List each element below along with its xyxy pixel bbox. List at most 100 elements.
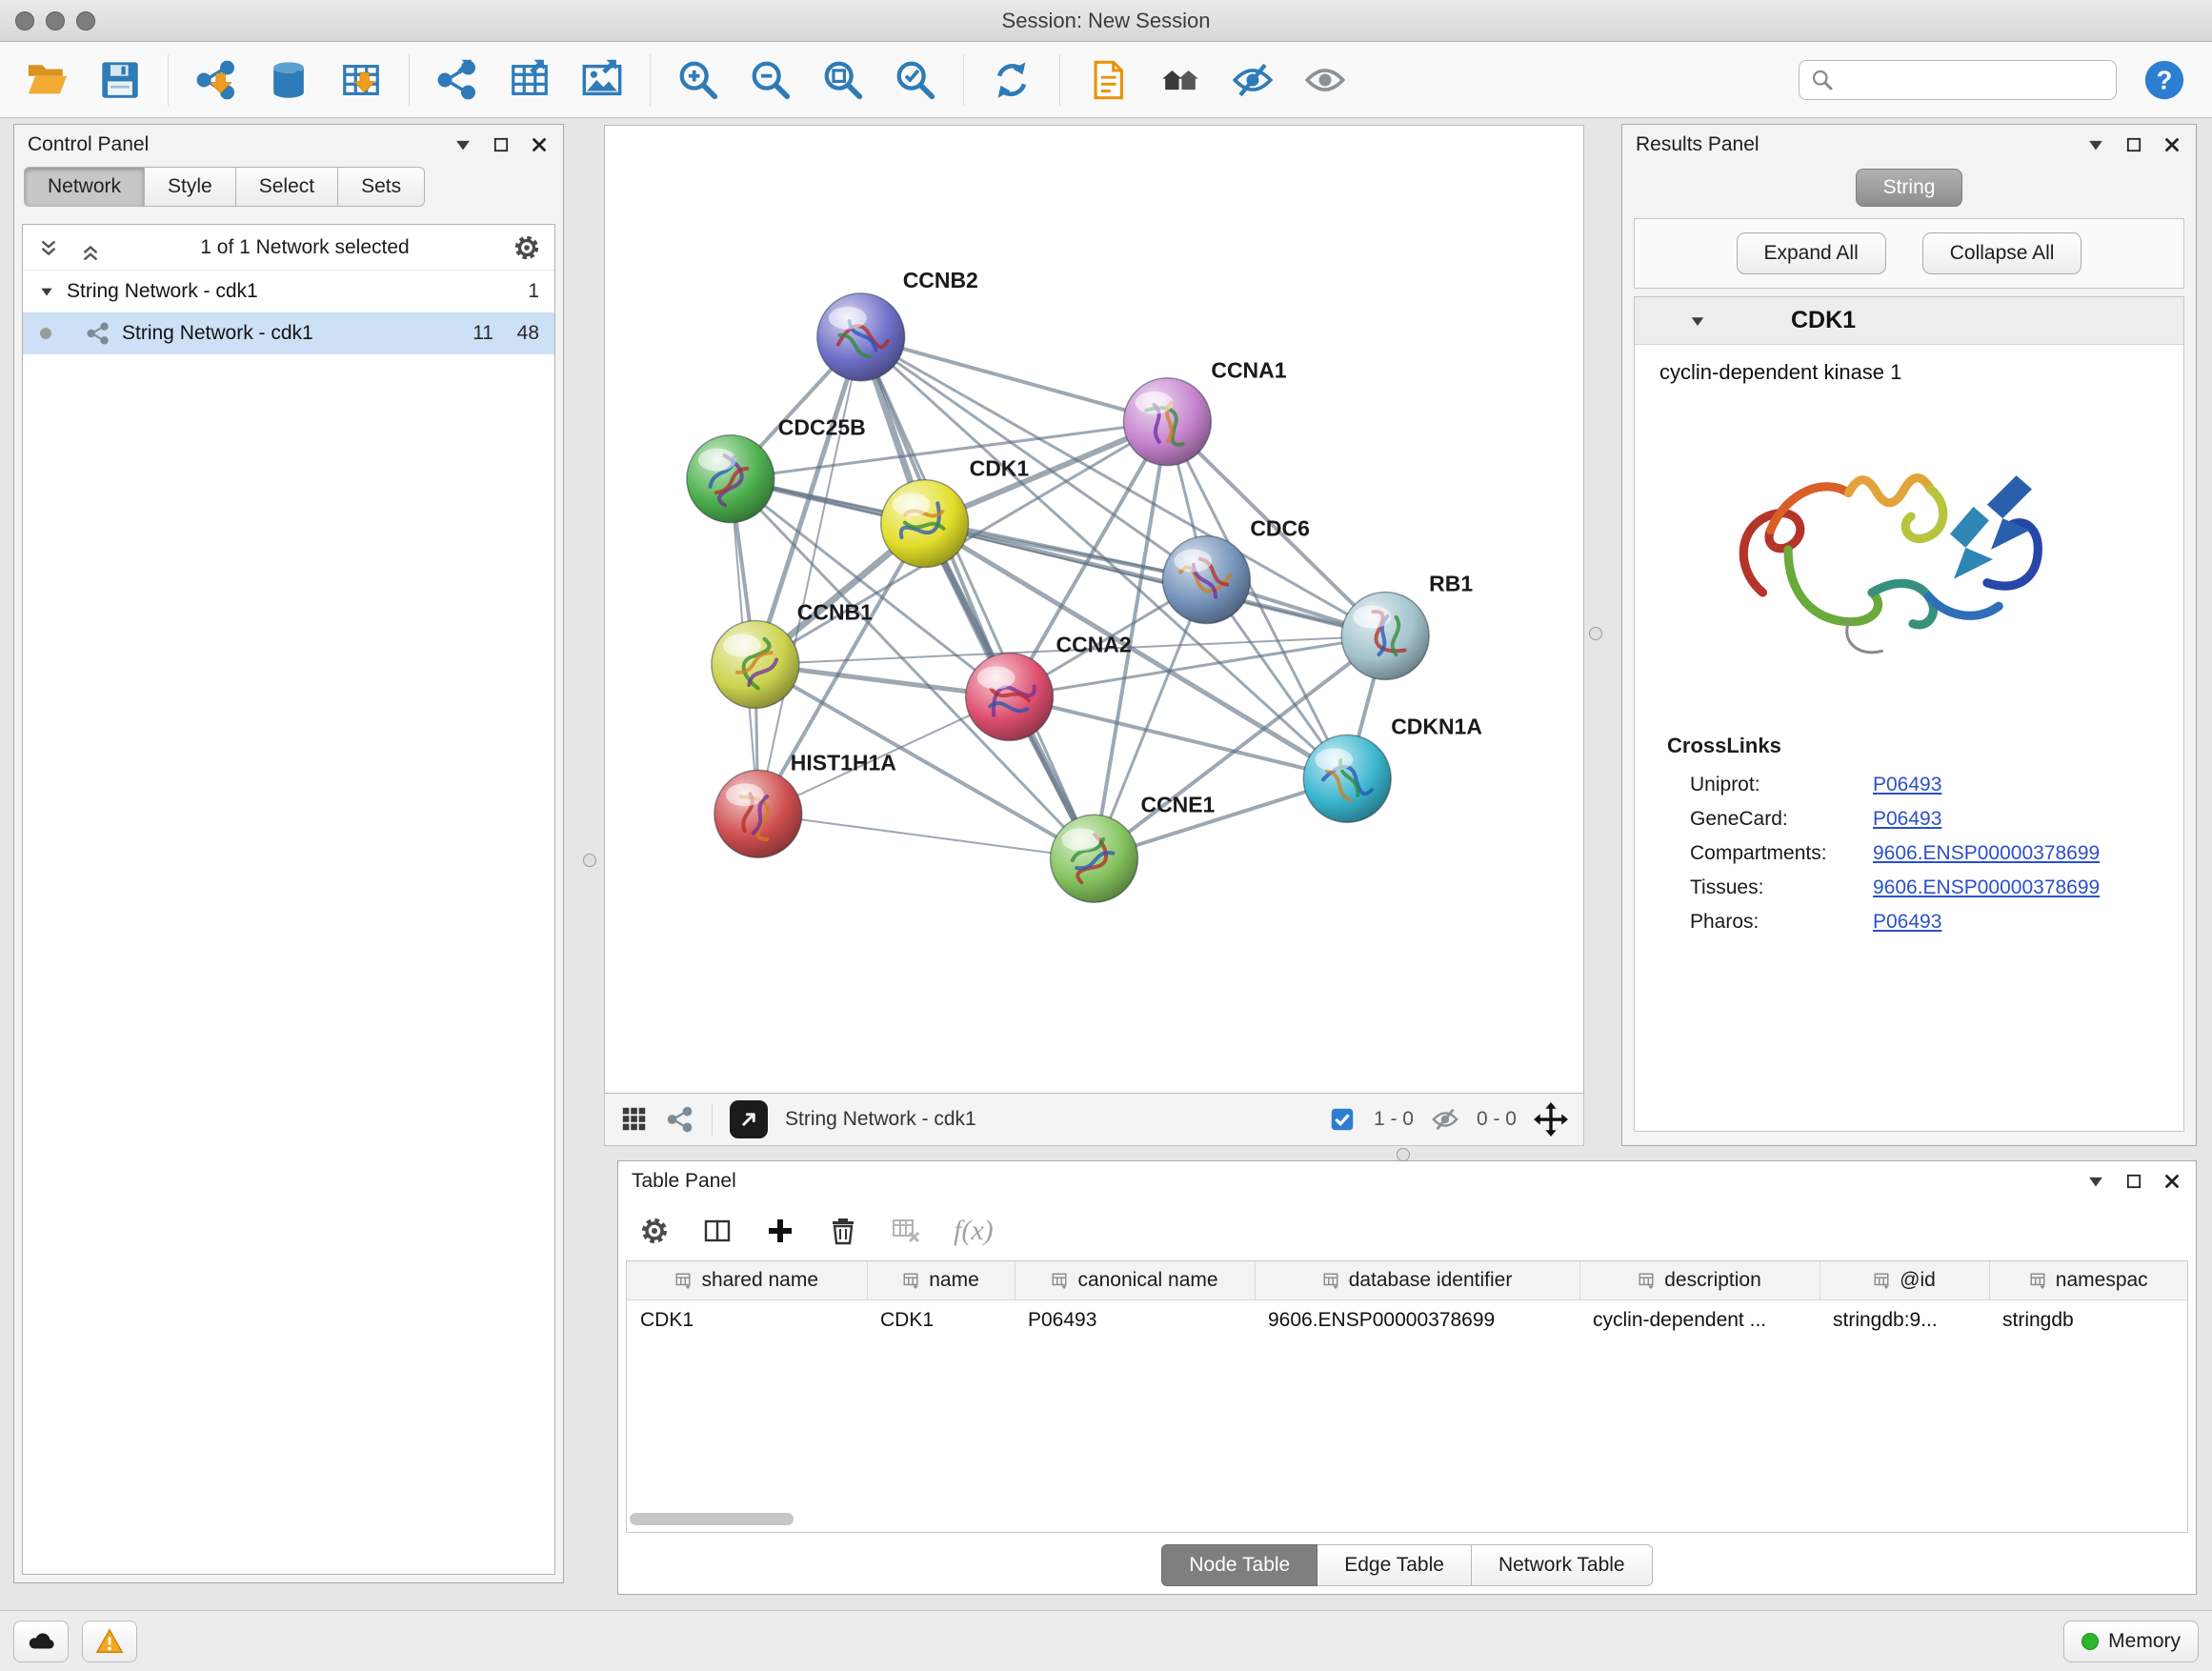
column-header-shared-name[interactable]: shared name — [627, 1261, 867, 1299]
zoom-in-button[interactable] — [674, 55, 723, 105]
network-node-ccne1[interactable]: CCNE1 — [1051, 792, 1216, 902]
tab-node-table[interactable]: Node Table — [1161, 1544, 1317, 1586]
import-network-database-button[interactable] — [264, 55, 313, 105]
delete-table-icon[interactable] — [891, 1216, 921, 1246]
search-icon — [1811, 69, 1834, 91]
gene-section-header[interactable]: CDK1 — [1635, 297, 2183, 345]
panel-close-icon[interactable] — [529, 134, 550, 155]
zoom-out-button[interactable] — [746, 55, 795, 105]
column-header-description[interactable]: description — [1579, 1261, 1820, 1299]
zoom-selected-button[interactable] — [891, 55, 940, 105]
selected-checkbox-icon[interactable] — [1328, 1105, 1357, 1134]
horizontal-scrollbar[interactable] — [630, 1513, 794, 1525]
collapse-all-button[interactable]: Collapse All — [1922, 232, 2082, 274]
column-header--id[interactable]: @id — [1820, 1261, 1989, 1299]
tab-edge-table[interactable]: Edge Table — [1317, 1544, 1472, 1586]
tab-sets[interactable]: Sets — [338, 167, 425, 207]
zoom-fit-button[interactable] — [818, 55, 868, 105]
network-node-ccna1[interactable]: CCNA1 — [1123, 358, 1286, 466]
network-graph[interactable]: CCNB2CCNA1CDC25BCDK1CDC6RB1CCNB1CCNA2CDK… — [605, 126, 1583, 1093]
table-cell[interactable]: CDK1 — [867, 1299, 1015, 1340]
tree-row-collection[interactable]: String Network - cdk1 1 — [23, 271, 554, 312]
panel-menu-icon[interactable] — [2085, 1171, 2106, 1192]
import-network-file-button[interactable] — [191, 55, 241, 105]
table-settings-gear-icon[interactable] — [639, 1216, 670, 1246]
crosslink-value-link[interactable]: P06493 — [1873, 808, 1941, 831]
crosslink-value-link[interactable]: P06493 — [1873, 911, 1941, 934]
disclosure-triangle-icon[interactable] — [38, 283, 55, 300]
panel-float-icon[interactable] — [2123, 1171, 2144, 1192]
tab-network[interactable]: Network — [24, 167, 145, 207]
open-in-browser-button[interactable] — [730, 1100, 768, 1138]
crosslink-value-link[interactable]: 9606.ENSP00000378699 — [1873, 842, 2100, 865]
expand-all-icon[interactable] — [36, 235, 61, 260]
column-header-canonical-name[interactable]: canonical name — [1015, 1261, 1255, 1299]
splitter-handle-left[interactable] — [583, 854, 596, 867]
column-header-namespac[interactable]: namespac — [1989, 1261, 2187, 1299]
warning-icon — [95, 1627, 124, 1656]
table-cell[interactable]: stringdb — [1989, 1299, 2187, 1340]
export-network-button[interactable] — [432, 55, 482, 105]
disclosure-triangle-icon[interactable] — [1688, 312, 1707, 331]
network-node-cdc6[interactable]: CDC6 — [1162, 516, 1309, 624]
panel-menu-icon[interactable] — [452, 134, 473, 155]
window-minimize-button[interactable] — [46, 11, 65, 30]
splitter-handle-bottom[interactable] — [1397, 1148, 1410, 1161]
string-home-button[interactable] — [1156, 55, 1205, 105]
search-input[interactable] — [1841, 69, 2104, 91]
delete-column-trash-icon[interactable] — [828, 1216, 858, 1246]
collapse-all-icon[interactable] — [72, 235, 97, 260]
preview-button[interactable] — [1300, 55, 1350, 105]
import-table-button[interactable] — [336, 55, 386, 105]
network-canvas[interactable]: CCNB2CCNA1CDC25BCDK1CDC6RB1CCNB1CCNA2CDK… — [604, 125, 1584, 1094]
tree-row-network[interactable]: String Network - cdk1 11 48 — [23, 312, 554, 354]
hidden-eye-slash-icon[interactable] — [1431, 1105, 1459, 1134]
column-header-database-identifier[interactable]: database identifier — [1255, 1261, 1579, 1299]
save-session-button[interactable] — [95, 55, 145, 105]
network-options-gear-icon[interactable] — [513, 233, 541, 262]
splitter-handle-right[interactable] — [1589, 627, 1602, 640]
tab-style[interactable]: Style — [145, 167, 236, 207]
export-table-button[interactable] — [505, 55, 554, 105]
tab-network-table[interactable]: Network Table — [1472, 1544, 1653, 1586]
annotation-document-button[interactable] — [1083, 55, 1133, 105]
crosslink-value-link[interactable]: 9606.ENSP00000378699 — [1873, 876, 2100, 899]
help-button[interactable] — [2140, 55, 2189, 105]
add-column-icon[interactable] — [765, 1216, 795, 1246]
window-zoom-button[interactable] — [76, 11, 95, 30]
panel-float-icon[interactable] — [491, 134, 512, 155]
table-cell[interactable]: cyclin-dependent ... — [1579, 1299, 1820, 1340]
open-session-button[interactable] — [23, 55, 72, 105]
network-share-icon[interactable] — [666, 1105, 694, 1134]
panel-close-icon[interactable] — [2162, 1171, 2182, 1192]
export-image-button[interactable] — [577, 55, 627, 105]
network-node-rb1[interactable]: RB1 — [1341, 572, 1473, 680]
birdseye-grid-icon[interactable] — [620, 1105, 649, 1134]
network-node-hist1h1a[interactable]: HIST1H1A — [714, 750, 896, 857]
panel-menu-icon[interactable] — [2085, 134, 2106, 155]
function-builder-button[interactable]: f(x) — [954, 1215, 994, 1247]
panel-close-icon[interactable] — [2162, 134, 2182, 155]
table-row[interactable]: CDK1CDK1P064939606.ENSP00000378699cyclin… — [627, 1299, 2187, 1340]
table-cell[interactable]: CDK1 — [627, 1299, 867, 1340]
search-box[interactable] — [1799, 60, 2117, 100]
crosslink-value-link[interactable]: P06493 — [1873, 774, 1941, 796]
warnings-button[interactable] — [82, 1621, 137, 1662]
table-cell[interactable]: 9606.ENSP00000378699 — [1255, 1299, 1579, 1340]
cloud-status-button[interactable] — [13, 1621, 69, 1662]
show-columns-icon[interactable] — [702, 1216, 733, 1246]
expand-all-button[interactable]: Expand All — [1737, 232, 1886, 274]
toggle-graphics-details-button[interactable] — [1228, 55, 1277, 105]
table-cell[interactable]: P06493 — [1015, 1299, 1255, 1340]
table-cell[interactable]: stringdb:9... — [1820, 1299, 1989, 1340]
column-header-name[interactable]: name — [867, 1261, 1015, 1299]
pan-crosshair-icon[interactable] — [1534, 1102, 1568, 1137]
results-tab-string[interactable]: String — [1856, 169, 1963, 207]
network-node-cdkn1a[interactable]: CDKN1A — [1303, 714, 1482, 822]
network-node-cdk1[interactable]: CDK1 — [881, 456, 1030, 568]
window-close-button[interactable] — [15, 11, 34, 30]
refresh-layout-button[interactable] — [987, 55, 1036, 105]
memory-button[interactable]: Memory — [2063, 1621, 2199, 1662]
tab-select[interactable]: Select — [236, 167, 338, 207]
panel-float-icon[interactable] — [2123, 134, 2144, 155]
